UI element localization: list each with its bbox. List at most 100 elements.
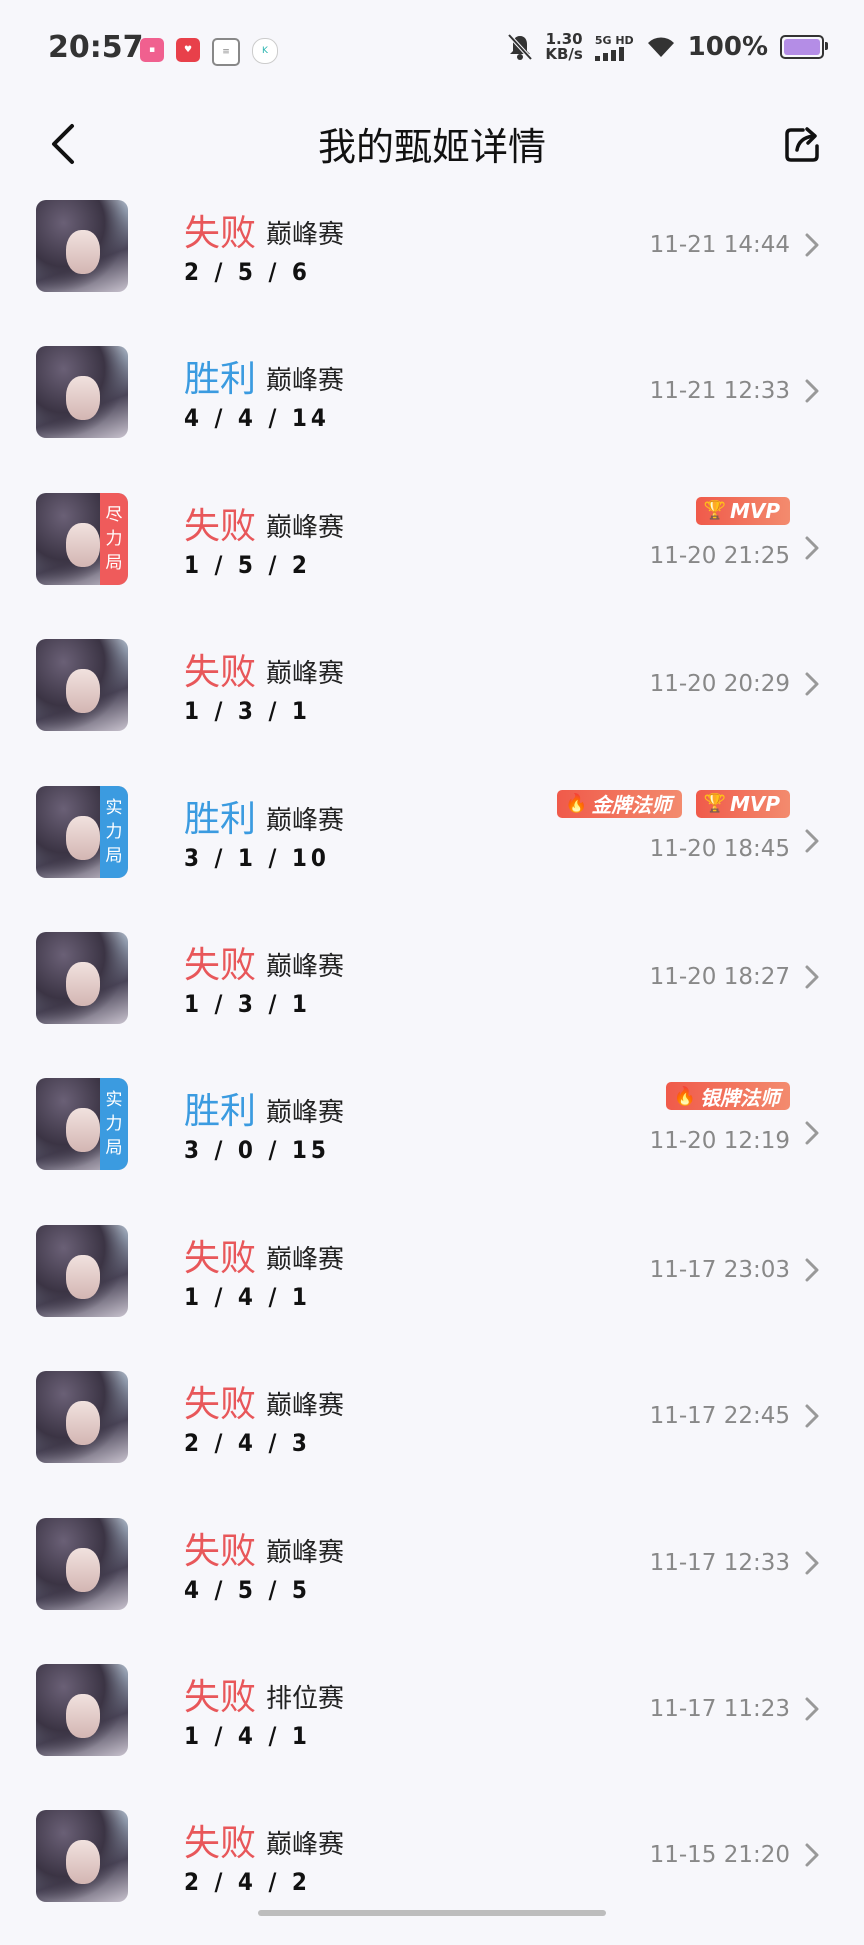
match-time: 11-20 20:29 [649, 671, 790, 698]
match-tag-char: 力 [105, 821, 123, 842]
match-kda: 2 / 5 / 6 [184, 258, 311, 286]
badge-group: 🏆 MVP [695, 496, 790, 525]
app-header: 我的甄姬详情 [0, 104, 864, 188]
match-tag-char: 局 [105, 1138, 123, 1159]
achievement-badge: 🔥 金牌法师 [557, 789, 682, 818]
match-tag: 实力局 [100, 785, 128, 878]
chevron-right-icon [805, 1258, 819, 1282]
match-row[interactable]: 胜利 巅峰赛 4 / 4 / 14 11-21 12:33 [0, 334, 864, 480]
match-row[interactable]: 失败 巅峰赛 1 / 3 / 1 11-20 18:27 [0, 920, 864, 1066]
notification-icons: ▪ ♥ ≡ K [140, 38, 278, 66]
match-time: 11-20 21:25 [649, 542, 790, 569]
match-tag-char: 实 [105, 797, 123, 818]
match-time: 11-21 14:44 [649, 232, 790, 258]
hero-face [66, 961, 100, 1006]
home-indicator[interactable] [258, 1910, 606, 1916]
match-tag-char: 局 [105, 845, 123, 866]
hero-face [66, 1693, 100, 1738]
page-title: 我的甄姬详情 [317, 125, 546, 169]
match-result: 失败 [184, 1237, 257, 1279]
match-kda: 1 / 3 / 1 [184, 989, 311, 1018]
trophy-icon: 🏆 [703, 500, 726, 522]
hero-face [66, 1254, 100, 1299]
match-mode: 巅峰赛 [266, 512, 345, 543]
status-bar: 20:57 ▪ ♥ ≡ K 1.30 KB/s 5G HD 100% [0, 0, 864, 104]
match-kda: 4 / 5 / 5 [184, 1575, 311, 1604]
signal-icon: 5G HD [594, 33, 634, 61]
match-result: 失败 [184, 944, 257, 986]
chevron-right-icon [805, 1121, 819, 1145]
match-kda: 3 / 1 / 10 [184, 843, 330, 872]
hero-face [66, 522, 100, 567]
badge-label: 金牌法师 [591, 793, 672, 818]
match-result: 失败 [184, 213, 257, 254]
match-time: 11-20 18:45 [649, 835, 790, 862]
hero-face [66, 815, 100, 860]
match-kda: 2 / 4 / 3 [184, 1429, 311, 1458]
match-result: 胜利 [184, 359, 257, 401]
match-row[interactable]: 尽力局 失败 巅峰赛 1 / 5 / 2 🏆 MVP 11-20 21:25 [0, 481, 864, 627]
match-result: 胜利 [184, 798, 257, 840]
achievement-badge: 🏆 MVP [695, 496, 790, 525]
match-row[interactable]: 失败 巅峰赛 1 / 4 / 1 11-17 23:03 [0, 1213, 864, 1359]
match-row[interactable]: 失败 巅峰赛 2 / 4 / 3 11-17 22:45 [0, 1359, 864, 1505]
match-result: 失败 [184, 505, 257, 547]
hero-avatar [36, 1810, 128, 1903]
match-row[interactable]: 失败 巅峰赛 2 / 4 / 2 11-15 21:20 [0, 1798, 864, 1944]
chevron-right-icon [805, 1404, 819, 1428]
match-row[interactable]: 失败 巅峰赛 1 / 3 / 1 11-20 20:29 [0, 627, 864, 773]
document-icon: ≡ [212, 38, 240, 66]
achievement-badge: 🔥 银牌法师 [665, 1082, 790, 1111]
match-row[interactable]: 实力局 胜利 巅峰赛 3 / 1 / 10 🔥 金牌法师 🏆 MVP 11-20 18… [0, 774, 864, 920]
battery-icon [780, 35, 828, 59]
match-result: 失败 [184, 1823, 257, 1865]
hero-avatar [36, 200, 128, 292]
match-time: 11-17 22:45 [649, 1403, 790, 1430]
badge-label: MVP [729, 498, 780, 523]
hero-avatar: 尽力局 [36, 492, 128, 585]
chevron-right-icon [805, 1843, 819, 1867]
hero-face [66, 1401, 100, 1446]
achievement-badge: 🏆 MVP [695, 789, 790, 818]
match-tag-char: 尽 [105, 504, 123, 525]
match-row[interactable]: 失败 巅峰赛 4 / 5 / 5 11-17 12:33 [0, 1506, 864, 1652]
match-kda: 1 / 4 / 1 [184, 1282, 311, 1311]
match-result: 胜利 [184, 1091, 257, 1133]
share-button[interactable] [778, 114, 828, 174]
hero-face [66, 1840, 100, 1885]
hero-avatar [36, 1224, 128, 1317]
match-tag-char: 力 [105, 528, 123, 549]
match-kda: 1 / 3 / 1 [184, 697, 311, 726]
match-time: 11-17 23:03 [649, 1256, 790, 1283]
match-row[interactable]: 实力局 胜利 巅峰赛 3 / 0 / 15 🔥 银牌法师 11-20 12:19 [0, 1066, 864, 1212]
match-tag-char: 局 [105, 552, 123, 573]
speed-unit: KB/s [545, 45, 583, 63]
hero-face [66, 669, 100, 714]
share-icon [785, 127, 819, 162]
flame-icon: 🔥 [565, 793, 588, 815]
hero-avatar: 实力局 [36, 785, 128, 878]
app-notification-icon: ♥ [176, 38, 200, 62]
mute-bell-icon [507, 33, 533, 61]
match-row[interactable]: 失败 巅峰赛 2 / 5 / 6 11-21 14:44 [0, 188, 864, 334]
match-mode: 巅峰赛 [266, 951, 345, 982]
network-type: 5G HD [594, 33, 634, 47]
match-mode: 巅峰赛 [266, 220, 345, 250]
hero-avatar [36, 1663, 128, 1756]
match-mode: 巅峰赛 [266, 366, 345, 397]
match-mode: 巅峰赛 [266, 1244, 345, 1275]
match-mode: 巅峰赛 [266, 659, 345, 690]
match-time: 11-21 12:33 [649, 378, 790, 405]
hero-avatar [36, 639, 128, 732]
badge-label: 银牌法师 [700, 1085, 780, 1110]
match-mode: 巅峰赛 [266, 1537, 345, 1568]
hero-face [66, 230, 100, 274]
match-kda: 1 / 5 / 2 [184, 550, 311, 579]
network-speed: 1.30 KB/s [545, 32, 582, 62]
match-kda: 2 / 4 / 2 [184, 1868, 311, 1897]
hero-avatar: 实力局 [36, 1078, 128, 1171]
hero-avatar [36, 931, 128, 1024]
match-row[interactable]: 失败 排位赛 1 / 4 / 1 11-17 11:23 [0, 1652, 864, 1798]
match-time: 11-20 12:19 [649, 1128, 790, 1155]
match-list: 失败 巅峰赛 2 / 5 / 6 11-21 14:44 胜利 巅峰赛 4 / … [0, 188, 864, 1945]
